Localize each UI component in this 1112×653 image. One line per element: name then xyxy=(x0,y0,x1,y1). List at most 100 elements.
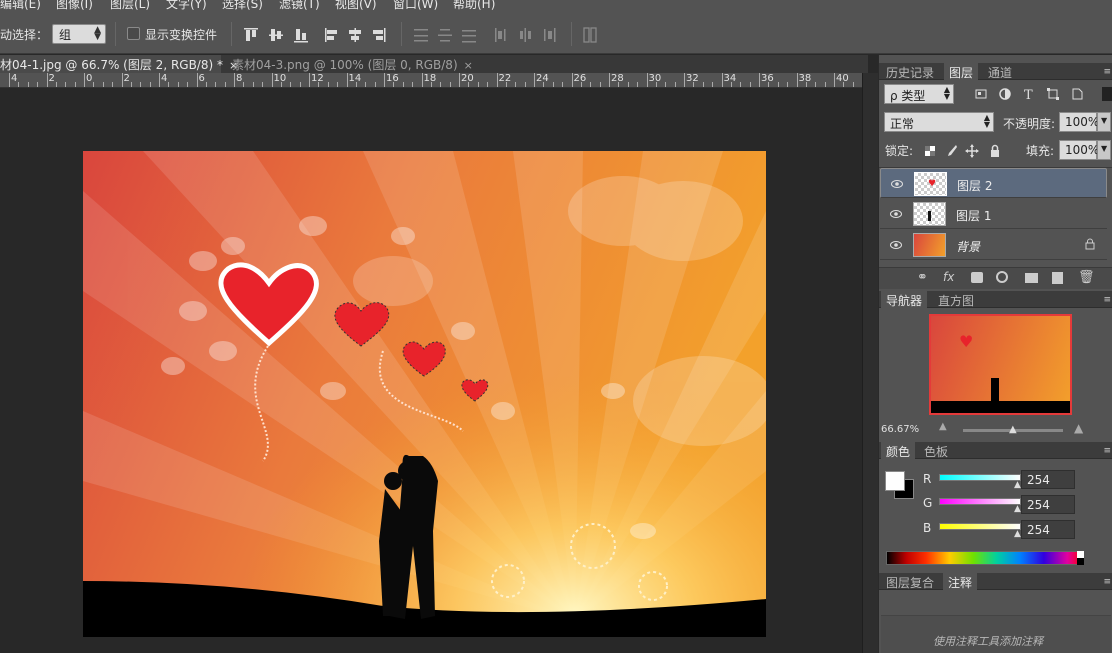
lock-move-icon[interactable] xyxy=(965,144,979,158)
document-image[interactable] xyxy=(83,151,773,637)
adjustment-icon[interactable] xyxy=(996,271,1008,283)
blue-value-input[interactable]: 254 xyxy=(1021,520,1075,539)
fill-input[interactable]: 100% xyxy=(1059,140,1099,160)
tab-swatches[interactable]: 色板 xyxy=(919,442,953,459)
lock-transparent-icon[interactable] xyxy=(923,144,937,158)
tab-navigator[interactable]: 导航器 xyxy=(881,291,928,308)
zoom-in-icon[interactable]: ▲ xyxy=(1074,421,1083,435)
layer-name[interactable]: 背景 xyxy=(956,238,980,255)
auto-select-dropdown[interactable]: 组 ▲ ▼ xyxy=(52,24,106,44)
ruler-minor-tick xyxy=(252,82,254,87)
distribute-right-icon[interactable] xyxy=(541,26,557,44)
green-value-input[interactable]: 254 xyxy=(1021,495,1075,514)
layer-row[interactable]: 图层 1 xyxy=(880,199,1107,229)
menu-type[interactable]: 文字(Y) xyxy=(166,0,207,12)
distribute-top-icon[interactable] xyxy=(413,26,429,44)
ruler-minor-tick xyxy=(18,82,20,87)
fx-icon[interactable]: fx xyxy=(943,270,954,284)
ruler-label: 40 xyxy=(836,73,849,84)
opacity-input[interactable]: 100% xyxy=(1059,112,1099,132)
menu-view[interactable]: 视图(V) xyxy=(335,0,377,12)
tab-channels[interactable]: 通道 xyxy=(983,63,1017,80)
align-top-icon[interactable] xyxy=(243,26,259,44)
filter-type-icon[interactable]: T xyxy=(1022,87,1036,103)
lock-brush-icon[interactable] xyxy=(944,144,958,158)
align-left-icon[interactable] xyxy=(323,26,339,44)
ruler-minor-tick xyxy=(674,82,676,87)
new-layer-icon[interactable] xyxy=(1052,272,1063,284)
folder-icon[interactable] xyxy=(1025,273,1038,283)
align-vcenter-icon[interactable] xyxy=(268,26,284,44)
eye-icon[interactable] xyxy=(890,240,902,250)
green-slider[interactable] xyxy=(939,498,1021,505)
green-slider-handle[interactable]: ▲ xyxy=(1014,504,1021,514)
link-icon[interactable]: ⚭ xyxy=(917,270,928,285)
menu-select[interactable]: 选择(S) xyxy=(222,0,263,12)
tab-document-1[interactable]: 材04-1.jpg @ 66.7% (图层 2, RGB/8) * × xyxy=(0,55,238,73)
menu-help[interactable]: 帮助(H) xyxy=(453,0,495,12)
ruler-major-tick xyxy=(796,73,798,87)
show-transform-checkbox[interactable] xyxy=(127,27,140,40)
filter-shape-icon[interactable] xyxy=(1046,87,1060,101)
red-slider[interactable] xyxy=(939,474,1021,481)
distribute-hcenter-icon[interactable] xyxy=(517,26,533,44)
tab-layers[interactable]: 图层 xyxy=(944,63,979,80)
vertical-scrollbar[interactable] xyxy=(862,73,878,653)
filter-smart-object-icon[interactable] xyxy=(1070,87,1084,101)
lock-all-icon[interactable] xyxy=(988,144,1002,158)
panel-menu-icon[interactable]: ≡ xyxy=(1103,295,1111,305)
red-value-input[interactable]: 254 xyxy=(1021,470,1075,489)
ruler-minor-tick xyxy=(177,82,179,87)
blend-mode-dropdown[interactable]: 正常 ▲ ▼ xyxy=(884,112,994,132)
notes-area[interactable]: 使用注释工具添加注释 xyxy=(881,615,1111,653)
layer-name[interactable]: 图层 1 xyxy=(956,207,991,224)
tab-document-2[interactable]: 素材04-3.png @ 100% (图层 0, RGB/8) × xyxy=(226,55,473,73)
layer-row[interactable]: ♥ 图层 2 xyxy=(880,168,1107,198)
align-bottom-icon[interactable] xyxy=(293,26,309,44)
eye-icon[interactable] xyxy=(890,209,902,219)
panel-menu-icon[interactable]: ≡ xyxy=(1103,67,1111,77)
tab-histogram[interactable]: 直方图 xyxy=(933,291,979,308)
align-right-icon[interactable] xyxy=(371,26,387,44)
zoom-slider-handle[interactable]: ▲ xyxy=(1009,424,1017,435)
tab-color[interactable]: 颜色 xyxy=(881,442,916,459)
menu-image[interactable]: 图像(I) xyxy=(56,0,93,12)
tab-history[interactable]: 历史记录 xyxy=(881,63,939,80)
white-chip[interactable] xyxy=(1077,551,1084,558)
panel-menu-icon[interactable]: ≡ xyxy=(1103,577,1111,587)
filter-adjustment-icon[interactable] xyxy=(998,87,1012,101)
filter-toggle-icon[interactable] xyxy=(1102,87,1112,101)
menu-layer[interactable]: 图层(L) xyxy=(110,0,150,12)
blue-slider[interactable] xyxy=(939,523,1021,530)
eye-icon[interactable] xyxy=(891,179,903,189)
fill-dropdown-button[interactable]: ▼ xyxy=(1097,140,1111,160)
auto-align-icon[interactable] xyxy=(582,26,598,44)
zoom-value[interactable]: 66.67% xyxy=(881,424,919,435)
zoom-out-icon[interactable]: ▲ xyxy=(939,421,947,432)
navigator-thumbnail[interactable]: ♥ xyxy=(929,314,1072,415)
close-icon[interactable]: × xyxy=(464,59,473,72)
ruler-minor-tick xyxy=(524,82,526,87)
distribute-vcenter-icon[interactable] xyxy=(437,26,453,44)
foreground-color-swatch[interactable] xyxy=(885,471,905,491)
mask-icon[interactable] xyxy=(971,272,983,283)
opacity-dropdown-button[interactable]: ▼ xyxy=(1097,112,1111,132)
blue-slider-handle[interactable]: ▲ xyxy=(1014,529,1021,539)
layer-row[interactable]: 背景 xyxy=(880,230,1107,260)
filter-pixel-icon[interactable] xyxy=(974,87,988,101)
trash-icon[interactable]: 🗑 xyxy=(1078,270,1095,285)
menu-window[interactable]: 窗口(W) xyxy=(393,0,438,12)
panel-menu-icon[interactable]: ≡ xyxy=(1103,446,1111,456)
black-chip[interactable] xyxy=(1077,558,1084,565)
tab-layer-comps[interactable]: 图层复合 xyxy=(881,573,939,590)
layer-name[interactable]: 图层 2 xyxy=(957,177,992,194)
layer-filter-dropdown[interactable]: ρ 类型 ▲ ▼ xyxy=(884,84,954,104)
menu-filter[interactable]: 滤镜(T) xyxy=(279,0,320,12)
color-spectrum-bar[interactable] xyxy=(886,551,1084,565)
red-slider-handle[interactable]: ▲ xyxy=(1014,480,1021,490)
align-hcenter-icon[interactable] xyxy=(347,26,363,44)
tab-notes[interactable]: 注释 xyxy=(943,573,978,590)
menu-edit[interactable]: 编辑(E) xyxy=(0,0,41,12)
distribute-left-icon[interactable] xyxy=(493,26,509,44)
distribute-bottom-icon[interactable] xyxy=(461,26,477,44)
